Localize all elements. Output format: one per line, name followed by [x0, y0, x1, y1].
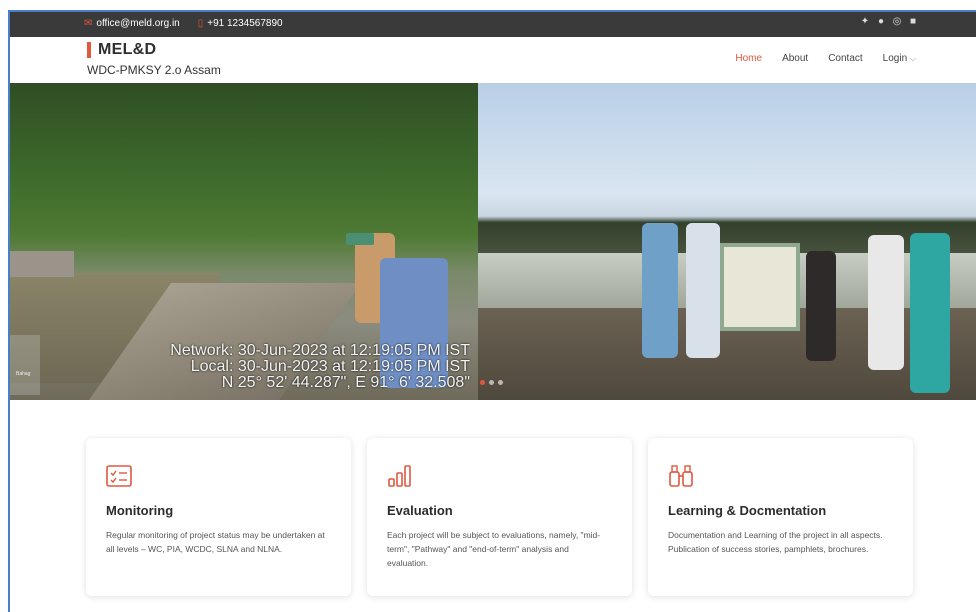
- instagram-icon[interactable]: ◎: [892, 17, 902, 27]
- mail-icon: ✉: [84, 18, 93, 29]
- project-sign-board: [720, 243, 800, 331]
- person-figure: [868, 235, 904, 370]
- contact-info: ✉ office@meld.org.in ▯ +91 1234567890: [84, 18, 283, 29]
- card-learning-documentation[interactable]: Learning & Docmentation Documentation an…: [648, 438, 913, 596]
- card-text: Documentation and Learning of the projec…: [668, 530, 883, 554]
- checklist-icon: [106, 465, 132, 487]
- twitter-icon[interactable]: ✦: [860, 17, 870, 27]
- card-text: Each project will be subject to evaluati…: [387, 530, 601, 568]
- site-header: MEL&D WDC-PMKSY 2.o Assam Home About Con…: [10, 37, 976, 83]
- geotag-network-time: Network: 30-Jun-2023 at 12:19:05 PM IST: [170, 342, 470, 359]
- slide-thumbnail[interactable]: Bahag: [10, 335, 40, 395]
- carousel-dot[interactable]: [489, 380, 494, 385]
- nav-contact[interactable]: Contact: [828, 53, 862, 64]
- rock-wall: [10, 251, 74, 277]
- card-monitoring[interactable]: Monitoring Regular monitoring of project…: [86, 438, 351, 596]
- person-figure: [806, 251, 836, 361]
- main-nav: Home About Contact Login ⌵: [735, 53, 916, 64]
- person-figure: [642, 223, 678, 358]
- nav-home[interactable]: Home: [735, 53, 762, 64]
- feature-cards: Monitoring Regular monitoring of project…: [86, 438, 913, 596]
- social-links: ✦ ● ◎ ■: [860, 17, 918, 27]
- carousel-dot[interactable]: [480, 380, 485, 385]
- nav-login-label: Login: [882, 53, 908, 64]
- geotag-stamp: Network: 30-Jun-2023 at 12:19:05 PM IST …: [130, 343, 470, 391]
- site-subtitle: WDC-PMKSY 2.o Assam: [87, 63, 221, 77]
- geotag-coordinates: N 25° 52' 44.287", E 91° 6' 32.508": [221, 374, 470, 391]
- person-figure: [910, 233, 950, 393]
- binoculars-icon: [669, 465, 693, 487]
- nav-about[interactable]: About: [782, 53, 808, 64]
- person-figure: [346, 233, 374, 245]
- email-link[interactable]: office@meld.org.in: [96, 18, 179, 29]
- chevron-down-icon: ⌵: [909, 54, 916, 63]
- card-title: Evaluation: [387, 503, 453, 518]
- card-evaluation[interactable]: Evaluation Each project will be subject …: [367, 438, 632, 596]
- card-title: Monitoring: [106, 503, 174, 518]
- page-frame: ✉ office@meld.org.in ▯ +91 1234567890 ✦ …: [8, 10, 976, 612]
- linkedin-icon[interactable]: ■: [908, 17, 918, 27]
- card-title: Learning & Docmentation: [668, 503, 827, 518]
- site-logo: MEL&D: [98, 41, 157, 58]
- carousel-indicators: [480, 380, 503, 385]
- logo-mark: [87, 42, 91, 58]
- geotag-local-time: Local: 30-Jun-2023 at 12:19:05 PM IST: [190, 358, 470, 375]
- phone-icon: ▯: [197, 18, 204, 29]
- hero-carousel[interactable]: Bahag Network: 30-Jun-2023 at 12:19:05 P…: [10, 83, 976, 400]
- brand[interactable]: MEL&D WDC-PMKSY 2.o Assam: [87, 41, 221, 77]
- facebook-icon[interactable]: ●: [876, 17, 886, 27]
- carousel-dot[interactable]: [498, 380, 503, 385]
- top-bar: ✉ office@meld.org.in ▯ +91 1234567890 ✦ …: [10, 12, 976, 37]
- phone-number[interactable]: +91 1234567890: [207, 18, 282, 29]
- person-figure: [686, 223, 720, 358]
- card-text: Regular monitoring of project status may…: [106, 530, 325, 554]
- bar-chart-icon: [388, 465, 411, 487]
- nav-login[interactable]: Login ⌵: [883, 53, 916, 64]
